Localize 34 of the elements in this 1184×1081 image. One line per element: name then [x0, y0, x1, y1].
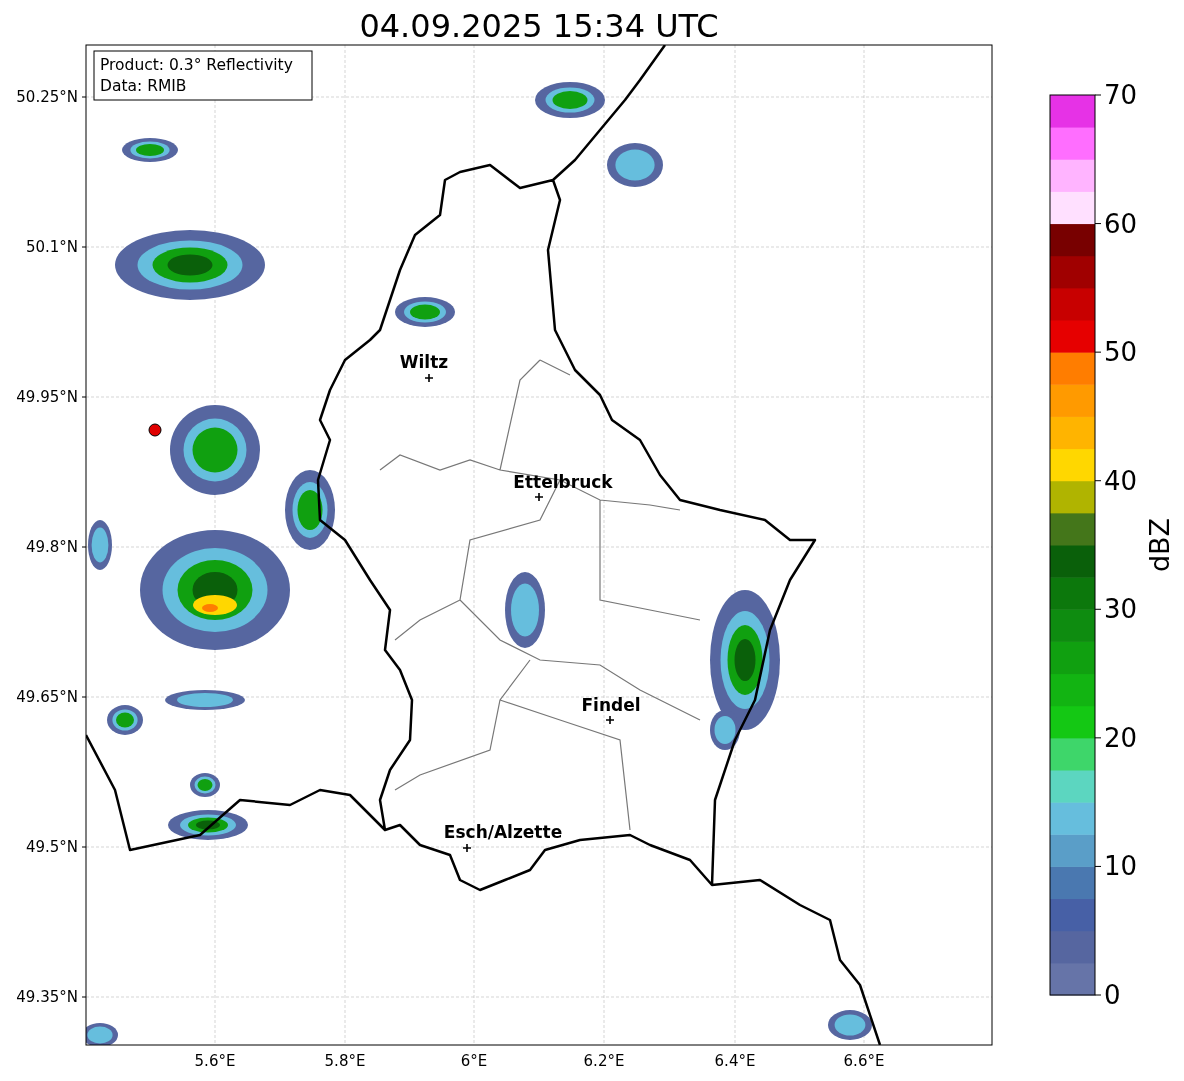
city-label: Ettelbruck — [513, 472, 613, 492]
colorbar-tick-label: 40 — [1104, 465, 1138, 496]
colorbar-tick-label: 0 — [1104, 980, 1121, 1010]
chart-title: 04.09.2025 15:34 UTC — [359, 7, 719, 45]
city-marker-icon — [462, 843, 472, 853]
latitude-label: 49.65°N — [16, 688, 78, 706]
latitude-label: 49.95°N — [16, 388, 78, 406]
city-label: Esch/Alzette — [443, 822, 563, 842]
colorbar-tick-label: 30 — [1104, 594, 1138, 625]
longitude-label: 6.6°E — [843, 1052, 885, 1070]
longitude-label: 6°E — [460, 1052, 488, 1070]
info-text: Product: 0.3° Reflectivity — [100, 56, 293, 74]
colorbar-tick-label: 60 — [1104, 208, 1138, 239]
colorbar-tick-label: 70 — [1104, 80, 1138, 110]
city-marker-icon — [605, 715, 615, 725]
colorbar-tick-label: 20 — [1104, 722, 1138, 753]
colorbar-tick-label: 50 — [1104, 337, 1138, 368]
city-marker-icon — [424, 373, 434, 383]
longitude-label: 5.8°E — [324, 1052, 366, 1070]
city-label: Findel — [581, 695, 641, 715]
latitude-label: 50.1°N — [25, 238, 78, 256]
radar-site-marker — [148, 423, 162, 437]
longitude-label: 5.6°E — [194, 1052, 236, 1070]
city-marker-icon — [534, 492, 544, 502]
info-text: Data: RMIB — [100, 77, 187, 95]
latitude-label: 49.35°N — [16, 988, 78, 1006]
longitude-label: 6.4°E — [714, 1052, 756, 1070]
latitude-label: 50.25°N — [16, 88, 78, 106]
colorbar-tick-label: 10 — [1104, 851, 1138, 882]
longitude-label: 6.2°E — [583, 1052, 625, 1070]
latitude-label: 49.5°N — [25, 838, 78, 856]
city-label: Wiltz — [399, 352, 449, 372]
latitude-label: 49.8°N — [25, 538, 78, 556]
colorbar-label: dBZ — [1144, 517, 1175, 573]
